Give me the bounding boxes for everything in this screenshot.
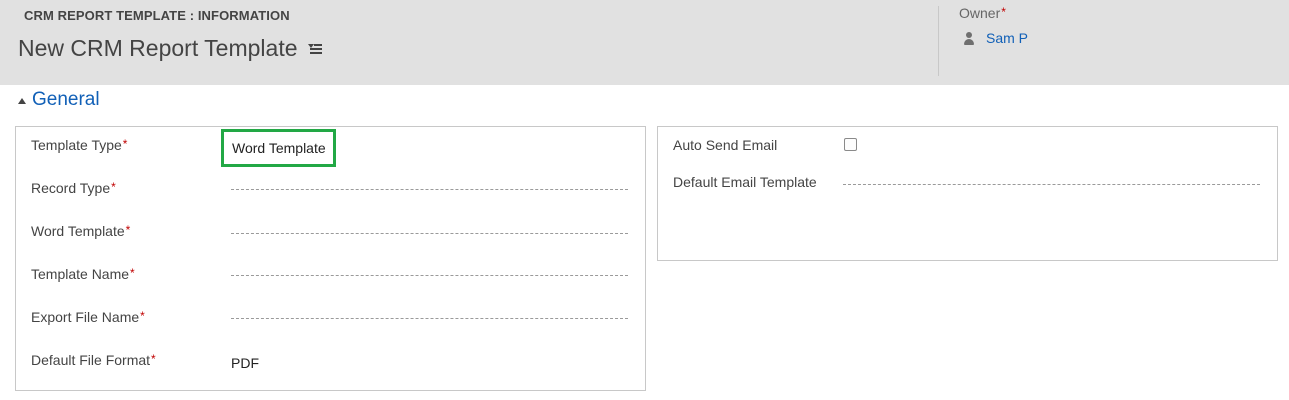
export-file-name-input[interactable] — [231, 318, 628, 319]
default-email-template-input[interactable] — [843, 184, 1260, 185]
field-label-text: Word Template — [31, 223, 125, 239]
template-type-label: Template Type* — [31, 137, 127, 153]
export-file-name-label: Export File Name* — [31, 309, 145, 325]
required-marker: * — [140, 309, 145, 323]
person-icon-head — [966, 31, 972, 38]
owner-label: Owner* — [959, 5, 1006, 21]
header-divider — [938, 6, 939, 76]
required-marker: * — [151, 352, 156, 366]
required-marker: * — [111, 180, 116, 194]
section-general-header[interactable]: General — [18, 89, 100, 111]
collapse-triangle-icon[interactable] — [18, 98, 26, 104]
required-marker: * — [122, 137, 128, 151]
form-selector-menu-icon[interactable] — [307, 43, 322, 54]
auto-send-email-label: Auto Send Email — [673, 137, 778, 153]
word-template-input[interactable] — [231, 233, 628, 234]
record-type-label: Record Type* — [31, 180, 116, 196]
record-title: New CRM Report Template — [18, 35, 298, 61]
field-label-text: Record Type — [31, 180, 111, 196]
person-icon — [964, 31, 974, 45]
entity-label: CRM REPORT TEMPLATE : INFORMATION — [24, 8, 290, 23]
template-type-value[interactable]: Word Template — [221, 129, 336, 167]
field-label-text: Template Name — [31, 266, 130, 282]
required-marker: * — [130, 266, 135, 280]
required-marker: * — [1001, 5, 1006, 19]
record-title-row: New CRM Report Template — [18, 35, 322, 62]
record-type-input[interactable] — [231, 189, 628, 190]
field-label-text: Default File Format — [31, 352, 151, 368]
template-name-input[interactable] — [231, 275, 628, 276]
menu-line — [309, 51, 322, 54]
owner-link[interactable]: Sam P — [986, 30, 1028, 46]
section-title: General — [32, 89, 100, 110]
default-file-format-label: Default File Format* — [31, 352, 156, 368]
person-icon-body — [964, 38, 974, 45]
owner-field[interactable]: Sam P — [964, 30, 1028, 46]
menu-line — [309, 47, 322, 50]
field-label-text: Export File Name — [31, 309, 140, 325]
owner-label-text: Owner — [959, 5, 1001, 21]
word-template-label: Word Template* — [31, 223, 130, 239]
form-header: CRM REPORT TEMPLATE : INFORMATION New CR… — [0, 0, 1289, 85]
menu-line — [313, 43, 322, 46]
default-email-template-label: Default Email Template — [673, 174, 817, 190]
default-file-format-value[interactable]: PDF — [231, 355, 259, 371]
template-name-label: Template Name* — [31, 266, 135, 282]
auto-send-email-checkbox[interactable] — [844, 138, 857, 151]
field-label-text: Template Type — [31, 137, 122, 153]
required-marker: * — [125, 223, 131, 237]
